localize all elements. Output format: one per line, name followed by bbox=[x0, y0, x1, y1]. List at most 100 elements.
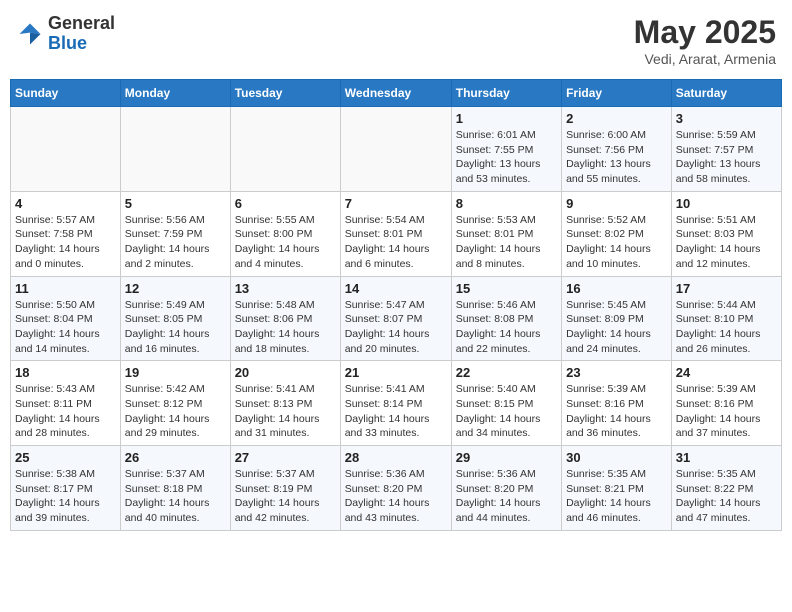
calendar-week-2: 4Sunrise: 5:57 AM Sunset: 7:58 PM Daylig… bbox=[11, 191, 782, 276]
day-info: Sunrise: 5:41 AM Sunset: 8:13 PM Dayligh… bbox=[235, 382, 336, 441]
day-info: Sunrise: 6:00 AM Sunset: 7:56 PM Dayligh… bbox=[566, 128, 667, 187]
day-info: Sunrise: 5:40 AM Sunset: 8:15 PM Dayligh… bbox=[456, 382, 557, 441]
month-title: May 2025 bbox=[634, 14, 776, 51]
weekday-header-tuesday: Tuesday bbox=[230, 80, 340, 107]
calendar-cell: 20 Sunrise: 5:41 AM Sunset: 8:13 PM Dayli… bbox=[230, 361, 340, 446]
day-info: Sunrise: 5:36 AM Sunset: 8:20 PM Dayligh… bbox=[456, 467, 557, 526]
day-info: Sunrise: 5:49 AM Sunset: 8:05 PM Dayligh… bbox=[125, 298, 226, 357]
day-number: 22 bbox=[456, 365, 557, 380]
calendar-cell: 11 Sunrise: 5:50 AM Sunset: 8:04 PM Dayli… bbox=[11, 276, 121, 361]
day-info: Sunrise: 5:37 AM Sunset: 8:18 PM Dayligh… bbox=[125, 467, 226, 526]
day-number: 4 bbox=[15, 196, 116, 211]
calendar-table: SundayMondayTuesdayWednesdayThursdayFrid… bbox=[10, 79, 782, 531]
calendar-cell: 24 Sunrise: 5:39 AM Sunset: 8:16 PM Dayli… bbox=[671, 361, 781, 446]
calendar-cell: 27 Sunrise: 5:37 AM Sunset: 8:19 PM Dayli… bbox=[230, 446, 340, 531]
calendar-cell: 18Sunrise: 5:43 AM Sunset: 8:11 PM Dayli… bbox=[11, 361, 121, 446]
calendar-week-3: 11 Sunrise: 5:50 AM Sunset: 8:04 PM Dayli… bbox=[11, 276, 782, 361]
day-number: 1 bbox=[456, 111, 557, 126]
day-number: 10 bbox=[676, 196, 777, 211]
calendar-cell: 6Sunrise: 5:55 AM Sunset: 8:00 PM Daylig… bbox=[230, 191, 340, 276]
calendar-cell: 8Sunrise: 5:53 AM Sunset: 8:01 PM Daylig… bbox=[451, 191, 561, 276]
day-info: Sunrise: 5:38 AM Sunset: 8:17 PM Dayligh… bbox=[15, 467, 116, 526]
day-info: Sunrise: 5:50 AM Sunset: 8:04 PM Dayligh… bbox=[15, 298, 116, 357]
calendar-week-5: 25 Sunrise: 5:38 AM Sunset: 8:17 PM Dayli… bbox=[11, 446, 782, 531]
day-number: 2 bbox=[566, 111, 667, 126]
day-number: 28 bbox=[345, 450, 447, 465]
day-number: 6 bbox=[235, 196, 336, 211]
weekday-header-row: SundayMondayTuesdayWednesdayThursdayFrid… bbox=[11, 80, 782, 107]
calendar-cell: 14Sunrise: 5:47 AM Sunset: 8:07 PM Dayli… bbox=[340, 276, 451, 361]
calendar-cell: 23 Sunrise: 5:39 AM Sunset: 8:16 PM Dayli… bbox=[562, 361, 672, 446]
day-info: Sunrise: 5:46 AM Sunset: 8:08 PM Dayligh… bbox=[456, 298, 557, 357]
logo-general-text: General bbox=[48, 14, 115, 34]
calendar-cell: 10 Sunrise: 5:51 AM Sunset: 8:03 PM Dayli… bbox=[671, 191, 781, 276]
day-info: Sunrise: 5:39 AM Sunset: 8:16 PM Dayligh… bbox=[566, 382, 667, 441]
calendar-cell bbox=[120, 107, 230, 192]
logo: General Blue bbox=[16, 14, 115, 54]
day-number: 5 bbox=[125, 196, 226, 211]
day-info: Sunrise: 6:01 AM Sunset: 7:55 PM Dayligh… bbox=[456, 128, 557, 187]
day-number: 30 bbox=[566, 450, 667, 465]
day-info: Sunrise: 5:41 AM Sunset: 8:14 PM Dayligh… bbox=[345, 382, 447, 441]
day-info: Sunrise: 5:59 AM Sunset: 7:57 PM Dayligh… bbox=[676, 128, 777, 187]
day-info: Sunrise: 5:47 AM Sunset: 8:07 PM Dayligh… bbox=[345, 298, 447, 357]
day-number: 27 bbox=[235, 450, 336, 465]
day-info: Sunrise: 5:53 AM Sunset: 8:01 PM Dayligh… bbox=[456, 213, 557, 272]
day-number: 11 bbox=[15, 281, 116, 296]
day-number: 15 bbox=[456, 281, 557, 296]
calendar-cell: 12 Sunrise: 5:49 AM Sunset: 8:05 PM Dayli… bbox=[120, 276, 230, 361]
day-info: Sunrise: 5:51 AM Sunset: 8:03 PM Dayligh… bbox=[676, 213, 777, 272]
day-number: 23 bbox=[566, 365, 667, 380]
weekday-header-monday: Monday bbox=[120, 80, 230, 107]
day-info: Sunrise: 5:44 AM Sunset: 8:10 PM Dayligh… bbox=[676, 298, 777, 357]
calendar-cell: 21 Sunrise: 5:41 AM Sunset: 8:14 PM Dayli… bbox=[340, 361, 451, 446]
day-number: 19 bbox=[125, 365, 226, 380]
calendar-cell: 3 Sunrise: 5:59 AM Sunset: 7:57 PM Daylig… bbox=[671, 107, 781, 192]
weekday-header-thursday: Thursday bbox=[451, 80, 561, 107]
day-info: Sunrise: 5:39 AM Sunset: 8:16 PM Dayligh… bbox=[676, 382, 777, 441]
day-number: 21 bbox=[345, 365, 447, 380]
calendar-cell: 13Sunrise: 5:48 AM Sunset: 8:06 PM Dayli… bbox=[230, 276, 340, 361]
day-info: Sunrise: 5:43 AM Sunset: 8:11 PM Dayligh… bbox=[15, 382, 116, 441]
location-text: Vedi, Ararat, Armenia bbox=[634, 51, 776, 67]
day-number: 25 bbox=[15, 450, 116, 465]
calendar-cell bbox=[340, 107, 451, 192]
calendar-cell: 5 Sunrise: 5:56 AM Sunset: 7:59 PM Daylig… bbox=[120, 191, 230, 276]
day-number: 20 bbox=[235, 365, 336, 380]
day-number: 3 bbox=[676, 111, 777, 126]
calendar-cell: 16Sunrise: 5:45 AM Sunset: 8:09 PM Dayli… bbox=[562, 276, 672, 361]
calendar-week-4: 18Sunrise: 5:43 AM Sunset: 8:11 PM Dayli… bbox=[11, 361, 782, 446]
calendar-cell: 4Sunrise: 5:57 AM Sunset: 7:58 PM Daylig… bbox=[11, 191, 121, 276]
day-number: 24 bbox=[676, 365, 777, 380]
logo-blue-text: Blue bbox=[48, 34, 115, 54]
calendar-cell: 1 Sunrise: 6:01 AM Sunset: 7:55 PM Daylig… bbox=[451, 107, 561, 192]
calendar-week-1: 1 Sunrise: 6:01 AM Sunset: 7:55 PM Daylig… bbox=[11, 107, 782, 192]
day-number: 12 bbox=[125, 281, 226, 296]
day-number: 26 bbox=[125, 450, 226, 465]
weekday-header-wednesday: Wednesday bbox=[340, 80, 451, 107]
weekday-header-sunday: Sunday bbox=[11, 80, 121, 107]
day-info: Sunrise: 5:52 AM Sunset: 8:02 PM Dayligh… bbox=[566, 213, 667, 272]
day-info: Sunrise: 5:56 AM Sunset: 7:59 PM Dayligh… bbox=[125, 213, 226, 272]
calendar-cell: 22 Sunrise: 5:40 AM Sunset: 8:15 PM Dayli… bbox=[451, 361, 561, 446]
calendar-cell: 9Sunrise: 5:52 AM Sunset: 8:02 PM Daylig… bbox=[562, 191, 672, 276]
title-block: May 2025 Vedi, Ararat, Armenia bbox=[634, 14, 776, 67]
page-header: General Blue May 2025 Vedi, Ararat, Arme… bbox=[10, 10, 782, 71]
day-info: Sunrise: 5:37 AM Sunset: 8:19 PM Dayligh… bbox=[235, 467, 336, 526]
calendar-cell bbox=[11, 107, 121, 192]
calendar-cell: 26 Sunrise: 5:37 AM Sunset: 8:18 PM Dayli… bbox=[120, 446, 230, 531]
calendar-cell: 19 Sunrise: 5:42 AM Sunset: 8:12 PM Dayli… bbox=[120, 361, 230, 446]
day-info: Sunrise: 5:36 AM Sunset: 8:20 PM Dayligh… bbox=[345, 467, 447, 526]
day-info: Sunrise: 5:42 AM Sunset: 8:12 PM Dayligh… bbox=[125, 382, 226, 441]
calendar-cell: 15 Sunrise: 5:46 AM Sunset: 8:08 PM Dayli… bbox=[451, 276, 561, 361]
calendar-cell: 29Sunrise: 5:36 AM Sunset: 8:20 PM Dayli… bbox=[451, 446, 561, 531]
day-info: Sunrise: 5:45 AM Sunset: 8:09 PM Dayligh… bbox=[566, 298, 667, 357]
day-info: Sunrise: 5:35 AM Sunset: 8:22 PM Dayligh… bbox=[676, 467, 777, 526]
calendar-cell: 30Sunrise: 5:35 AM Sunset: 8:21 PM Dayli… bbox=[562, 446, 672, 531]
calendar-cell bbox=[230, 107, 340, 192]
calendar-cell: 28 Sunrise: 5:36 AM Sunset: 8:20 PM Dayli… bbox=[340, 446, 451, 531]
day-number: 17 bbox=[676, 281, 777, 296]
calendar-cell: 31Sunrise: 5:35 AM Sunset: 8:22 PM Dayli… bbox=[671, 446, 781, 531]
calendar-cell: 25 Sunrise: 5:38 AM Sunset: 8:17 PM Dayli… bbox=[11, 446, 121, 531]
calendar-cell: 2 Sunrise: 6:00 AM Sunset: 7:56 PM Daylig… bbox=[562, 107, 672, 192]
